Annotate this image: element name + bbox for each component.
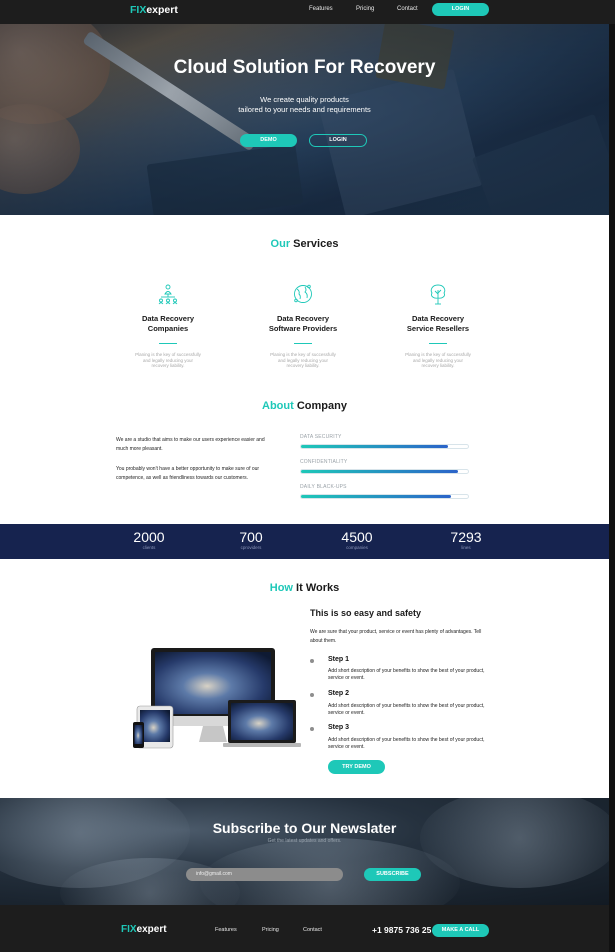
footer-link-pricing[interactable]: Pricing xyxy=(262,927,279,933)
nav-login-button[interactable]: LOGIN xyxy=(432,3,489,16)
about-title-rest: Company xyxy=(296,400,347,412)
step-bullet xyxy=(310,693,314,697)
footer: FIXexpert Features Pricing Contact +1 98… xyxy=(0,905,609,952)
logo-expert: expert xyxy=(136,924,167,935)
about-title: About Company xyxy=(0,400,609,412)
stat-item: 700 cproviders xyxy=(211,529,291,551)
footer-logo[interactable]: FIXexpert xyxy=(121,924,167,935)
step-description: Add short description of your benefits t… xyxy=(328,737,485,750)
stat-number: 700 xyxy=(239,529,263,545)
progress-fill xyxy=(301,495,452,498)
how-title-accent: How xyxy=(269,582,293,594)
progress-bar xyxy=(300,469,469,474)
stat-item: 2000 clients xyxy=(109,529,189,551)
stat-label: clients xyxy=(142,545,156,550)
tree-icon xyxy=(430,284,446,305)
about-paragraph: You probably won't have a better opportu… xyxy=(116,466,260,481)
progress-fill xyxy=(301,445,448,448)
service-description: Planing is the key of successfully and l… xyxy=(405,352,471,369)
about-paragraph: We are a studio that aims to make our us… xyxy=(116,437,265,452)
subscribe-button[interactable]: SUBSCRIBE xyxy=(364,868,421,881)
window-edge xyxy=(609,0,615,952)
phone-number: +1 9875 736 25 xyxy=(372,925,432,935)
hero-demo-button[interactable]: DEMO xyxy=(240,134,297,147)
step-description: Add short description of your benefits t… xyxy=(328,668,485,681)
stat-item: 4500 companies xyxy=(317,529,397,551)
stat-number: 4500 xyxy=(341,529,373,545)
services-title-rest: Services xyxy=(293,238,339,250)
progress-label: CONFIDENTIALITY xyxy=(300,459,348,465)
logo[interactable]: FIXexpert xyxy=(130,4,178,16)
newsletter-title: Subscribe to Our Newslater xyxy=(212,820,397,836)
progress-bar xyxy=(300,494,469,499)
service-card: Data Recovery Software Providers Planing… xyxy=(243,283,363,369)
make-call-button[interactable]: MAKE A CALL xyxy=(432,924,489,937)
hero-subtitle-line: We create quality products xyxy=(260,95,349,104)
top-navigation: FIXexpert Features Pricing Contact LOGIN xyxy=(0,0,615,24)
logo-fix: FIX xyxy=(130,4,147,16)
newsletter-subtitle: Get the latest updates and offers. xyxy=(267,838,342,844)
stats-band: 2000 clients 700 cproviders 4500 compani… xyxy=(0,524,609,559)
step-title: Step 1 xyxy=(328,656,350,663)
services-title: Our Services xyxy=(0,238,609,250)
service-divider xyxy=(294,343,312,344)
network-people-icon xyxy=(158,284,178,305)
progress-label: DATA SECURITY xyxy=(300,434,342,440)
hero-overlay xyxy=(0,24,609,215)
how-title-rest: It Works xyxy=(296,582,340,594)
service-description: Planing is the key of successfully and l… xyxy=(270,352,336,369)
stat-number: 2000 xyxy=(133,529,165,545)
hero-subtitle-line: tailored to your needs and requirements xyxy=(238,105,371,114)
service-divider xyxy=(429,343,447,344)
stat-label: cproviders xyxy=(240,545,262,550)
service-title: Data Recovery Companies xyxy=(141,314,195,333)
progress-label: DAILY BLACK-UPS xyxy=(300,484,347,490)
service-description: Planing is the key of successfully and l… xyxy=(135,352,201,369)
logo-fix: FIX xyxy=(121,924,137,935)
newsletter-section: Subscribe to Our Newslater Get the lates… xyxy=(0,798,609,905)
how-title: How It Works xyxy=(0,582,609,594)
stat-item: 7293 lines xyxy=(426,529,506,551)
service-card: Data Recovery Service Resellers Planing … xyxy=(378,283,498,369)
services-title-accent: Our xyxy=(270,238,291,250)
about-title-accent: About xyxy=(262,400,294,412)
how-intro: We are sure that your product, service o… xyxy=(310,629,482,644)
nav-link-features[interactable]: Features xyxy=(309,6,333,12)
service-card: Data Recovery Companies Planing is the k… xyxy=(108,283,228,369)
hero-login-button[interactable]: LOGIN xyxy=(309,134,367,147)
service-divider xyxy=(159,343,177,344)
devices-illustration xyxy=(133,648,301,749)
nav-link-pricing[interactable]: Pricing xyxy=(356,6,374,12)
step-title: Step 3 xyxy=(328,724,350,731)
hero-section: Cloud Solution For Recovery We create qu… xyxy=(0,24,609,215)
email-input[interactable]: info@gmail.com xyxy=(186,868,343,881)
nav-link-contact[interactable]: Contact xyxy=(397,6,418,12)
stat-number: 7293 xyxy=(450,529,482,545)
footer-link-contact[interactable]: Contact xyxy=(303,927,322,933)
hero-subtitle: We create quality products tailored to y… xyxy=(0,95,609,115)
stat-label: lines xyxy=(461,545,471,550)
service-title: Data Recovery Software Providers xyxy=(268,314,338,333)
step-title: Step 2 xyxy=(328,690,350,697)
how-heading: This is so easy and safety xyxy=(310,608,422,618)
footer-link-features[interactable]: Features xyxy=(215,927,237,933)
globe-icon xyxy=(294,284,312,303)
try-demo-button[interactable]: TRY DEMO xyxy=(328,760,385,774)
service-title: Data Recovery Service Resellers xyxy=(406,314,470,333)
step-description: Add short description of your benefits t… xyxy=(328,703,485,716)
step-bullet xyxy=(310,727,314,731)
logo-expert: expert xyxy=(146,4,178,16)
step-bullet xyxy=(310,659,314,663)
stat-label: companies xyxy=(346,545,368,550)
progress-fill xyxy=(301,470,458,473)
hero-title: Cloud Solution For Recovery xyxy=(173,57,436,78)
progress-bar xyxy=(300,444,469,449)
